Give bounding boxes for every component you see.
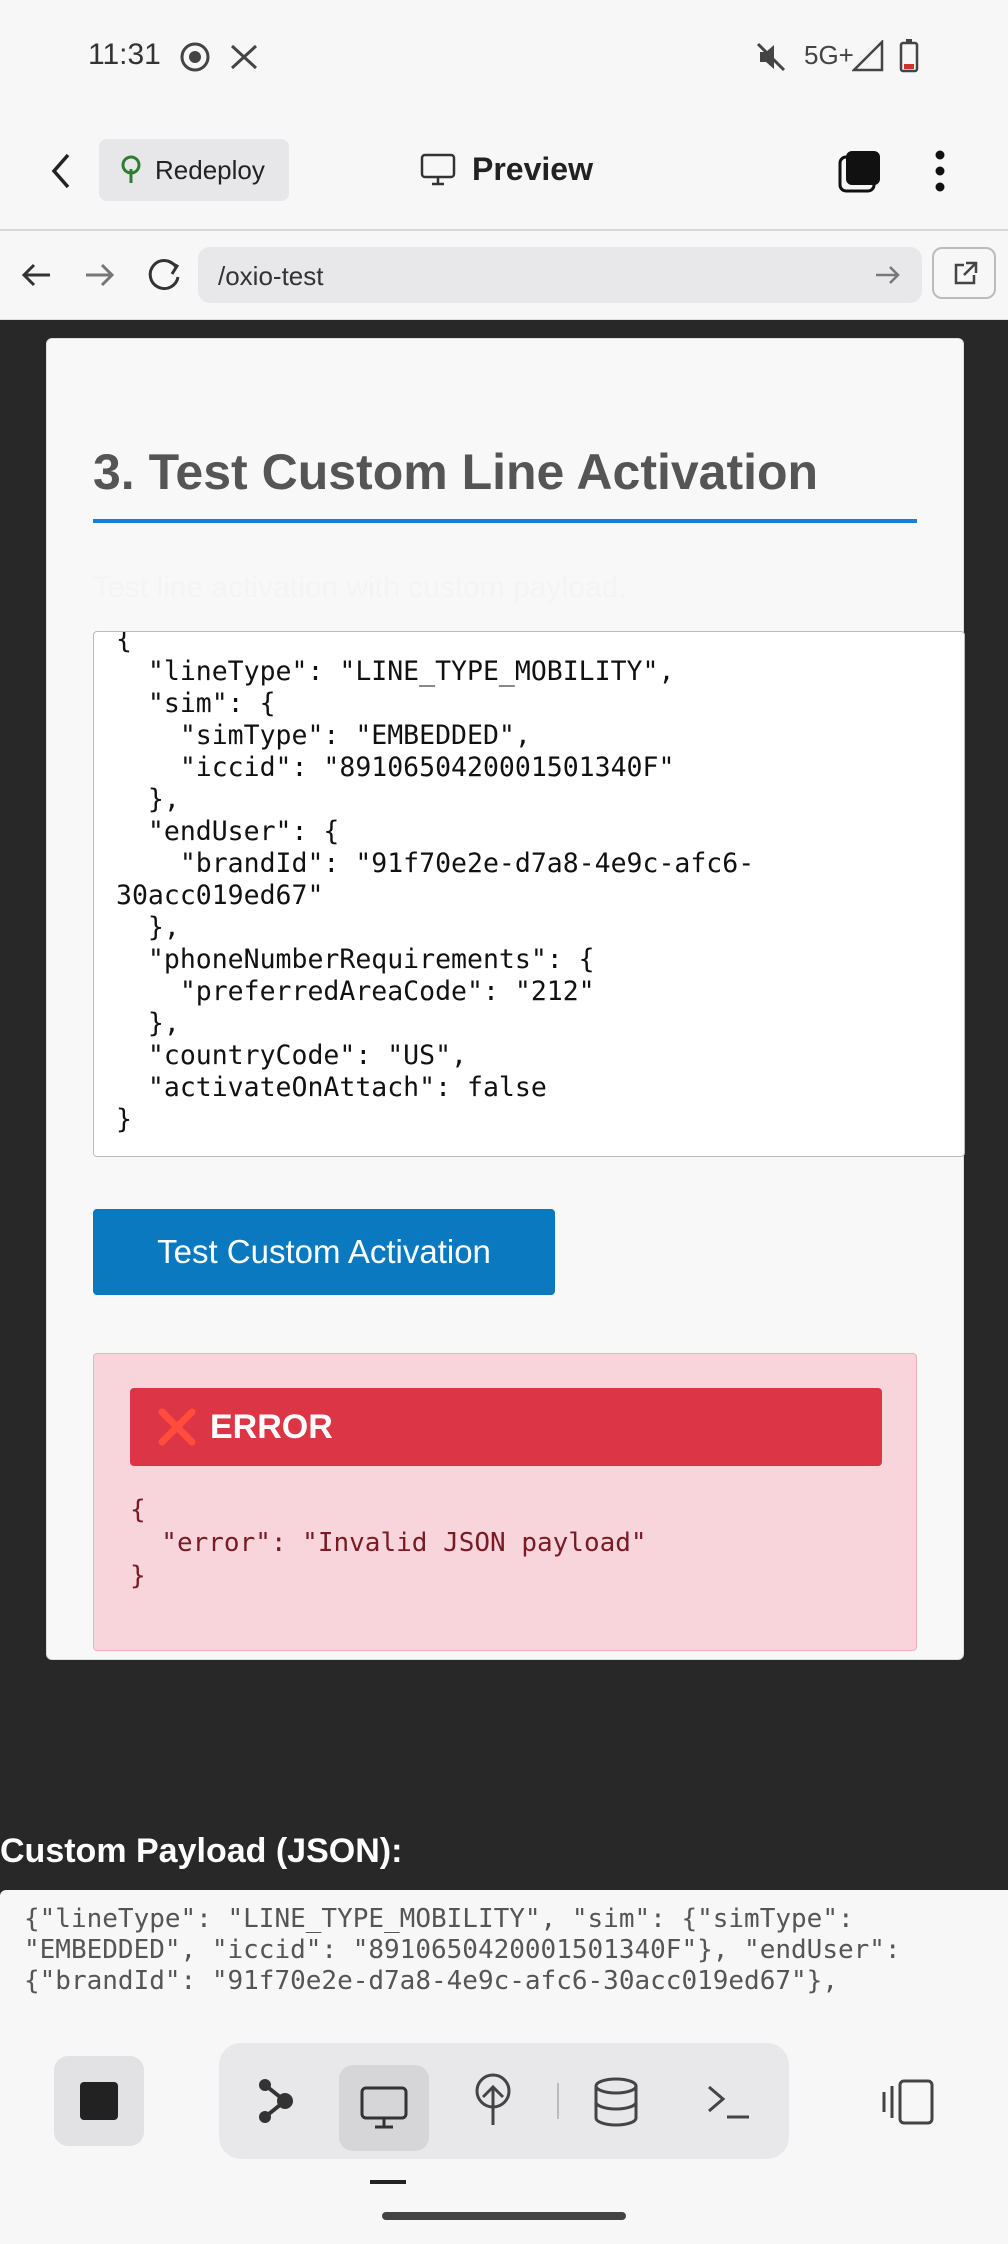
custom-payload-textarea[interactable]: {"lineType": "LINE_TYPE_MOBILITY", "sim"… — [0, 1890, 1008, 2010]
tree-icon — [121, 155, 141, 183]
tab-indicator — [370, 2180, 406, 2184]
url-bar[interactable]: /oxio-test — [198, 247, 922, 303]
deploy-icon[interactable] — [471, 2073, 515, 2129]
custom-payload-label: Custom Payload (JSON): — [0, 1832, 403, 1870]
record-icon — [180, 42, 210, 72]
refresh-icon[interactable] — [144, 255, 184, 295]
bottom-toolbar — [0, 2010, 1008, 2244]
status-time: 11:31 — [88, 38, 161, 71]
test-card: 3. Test Custom Line Activation Test line… — [46, 338, 965, 1660]
browser-toolbar: /oxio-test — [0, 231, 1008, 320]
workflow-icon[interactable] — [255, 2077, 295, 2125]
go-arrow-icon[interactable] — [874, 263, 902, 287]
error-body: { "error": "Invalid JSON payload" } — [130, 1495, 647, 1591]
test-custom-activation-button[interactable]: Test Custom Activation — [93, 1209, 555, 1295]
payload-textarea[interactable]: { "lineType": "LINE_TYPE_MOBILITY", "sim… — [93, 631, 965, 1157]
preview-tab[interactable] — [339, 2065, 429, 2151]
redeploy-button[interactable]: Redeploy — [99, 139, 289, 201]
app-header: Redeploy Preview — [0, 115, 1008, 231]
open-external-button[interactable] — [932, 247, 996, 299]
url-text: /oxio-test — [218, 261, 324, 291]
preview-title: Preview — [472, 151, 593, 187]
monitor-icon — [420, 153, 456, 186]
signal-icon — [852, 40, 884, 72]
app-notification-icon — [230, 44, 258, 70]
monitor-tab-icon — [360, 2086, 408, 2129]
tool-switcher — [219, 2043, 789, 2159]
error-panel: ERROR { "error": "Invalid JSON payload" … — [93, 1353, 917, 1651]
custom-payload-text: {"lineType": "LINE_TYPE_MOBILITY", "sim"… — [24, 1904, 901, 1996]
section-title: 3. Test Custom Line Activation — [93, 444, 819, 500]
title-underline — [93, 519, 917, 523]
stop-icon — [80, 2082, 118, 2120]
more-vertical-icon[interactable] — [928, 147, 952, 195]
mute-icon — [756, 42, 786, 72]
status-bar: 11:31 5G+ — [0, 0, 1008, 115]
home-indicator[interactable] — [382, 2212, 626, 2220]
divider — [557, 2083, 559, 2119]
back-chevron-icon[interactable] — [46, 151, 76, 191]
browser-forward-icon[interactable] — [82, 257, 118, 293]
terminal-icon[interactable] — [705, 2083, 751, 2121]
panel-toggle-icon[interactable] — [880, 2078, 936, 2126]
redeploy-label: Redeploy — [155, 155, 265, 185]
battery-icon — [899, 39, 919, 73]
database-icon[interactable] — [593, 2077, 639, 2127]
preview-content: 3. Test Custom Line Activation Test line… — [0, 320, 1008, 2010]
external-link-icon — [954, 261, 978, 285]
error-header: ERROR — [130, 1388, 882, 1466]
network-type: 5G+ — [804, 40, 854, 70]
error-title: ERROR — [210, 1408, 333, 1446]
tabs-icon[interactable] — [836, 147, 884, 195]
stop-button[interactable] — [54, 2056, 144, 2146]
section-subtitle: Test line activation with custom payload… — [93, 571, 627, 604]
cross-mark-icon — [158, 1408, 196, 1446]
browser-back-icon[interactable] — [18, 257, 54, 293]
payload-text: { "lineType": "LINE_TYPE_MOBILITY", "sim… — [116, 631, 755, 1135]
